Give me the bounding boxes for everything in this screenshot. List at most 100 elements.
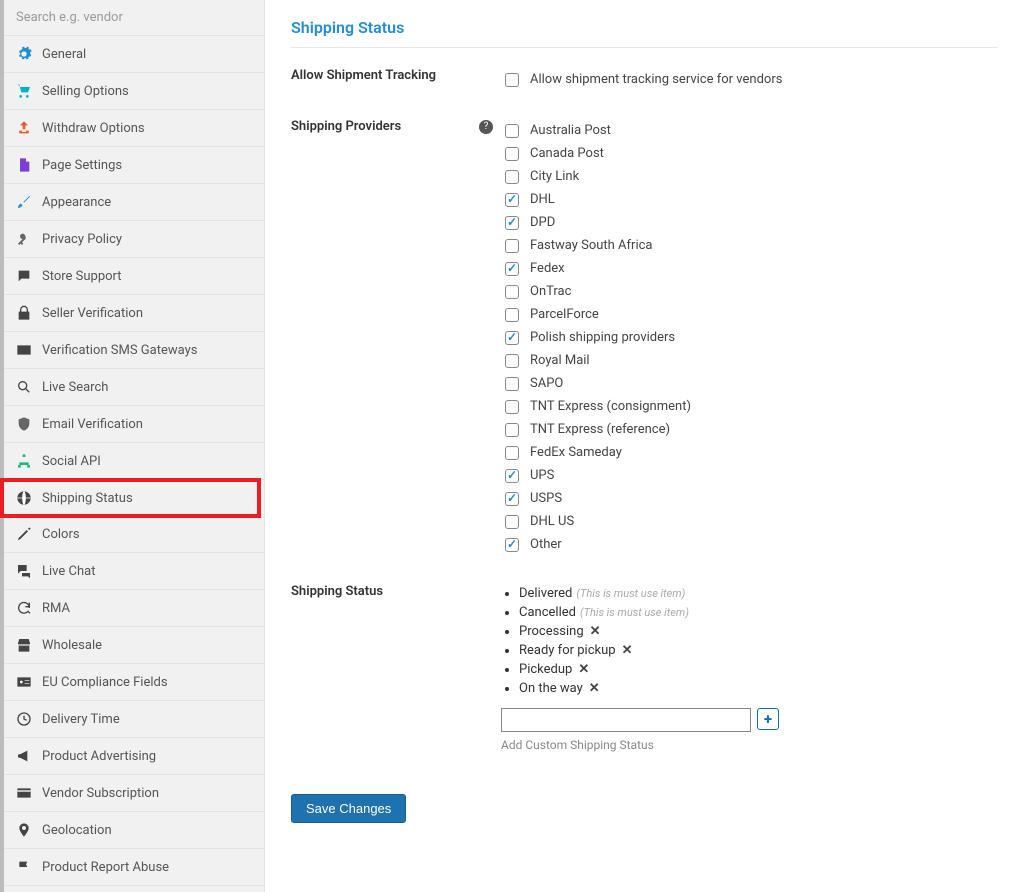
sidebar-item-label: General (42, 47, 86, 62)
must-use-note: (This is must use item) (580, 606, 689, 619)
sidebar-item-general[interactable]: General (4, 36, 264, 73)
provider-label: TNT Express (reference) (530, 422, 670, 437)
provider-option[interactable]: USPS (501, 487, 998, 510)
provider-option[interactable]: TNT Express (consignment) (501, 395, 998, 418)
provider-checkbox[interactable] (505, 147, 519, 161)
remove-status-icon[interactable]: ✕ (590, 624, 601, 639)
sidebar-item-delivery-time[interactable]: Delivery Time (4, 701, 264, 738)
status-item: On the way ✕ (519, 679, 998, 698)
chat-icon (16, 268, 32, 284)
provider-option[interactable]: Polish shipping providers (501, 326, 998, 349)
provider-label: City Link (530, 169, 579, 184)
provider-checkbox[interactable] (505, 308, 519, 322)
provider-label: Polish shipping providers (530, 330, 675, 345)
sidebar-item-label: Withdraw Options (42, 121, 145, 136)
provider-checkbox[interactable] (505, 193, 519, 207)
status-label: Processing (519, 624, 584, 639)
custom-status-input[interactable] (501, 708, 751, 732)
save-button[interactable]: Save Changes (291, 794, 406, 823)
provider-checkbox[interactable] (505, 354, 519, 368)
provider-option[interactable]: Australia Post (501, 119, 998, 142)
provider-option[interactable]: UPS (501, 464, 998, 487)
provider-checkbox[interactable] (505, 170, 519, 184)
provider-label: Fastway South Africa (530, 238, 653, 253)
status-item: Delivered(This is must use item) (519, 584, 998, 603)
provider-checkbox[interactable] (505, 285, 519, 299)
sitemap-icon (16, 453, 32, 469)
provider-checkbox[interactable] (505, 124, 519, 138)
tracking-option-label: Allow shipment tracking service for vend… (530, 72, 782, 87)
provider-option[interactable]: DHL US (501, 510, 998, 533)
provider-checkbox[interactable] (505, 331, 519, 345)
settings-sidebar: Search e.g. vendor General Selling Option… (0, 0, 265, 892)
provider-option[interactable]: Canada Post (501, 142, 998, 165)
sidebar-search[interactable]: Search e.g. vendor (4, 0, 264, 36)
sidebar-item-social-api[interactable]: Social API (4, 443, 264, 480)
sidebar-item-withdraw-options[interactable]: Withdraw Options (4, 110, 264, 147)
provider-checkbox[interactable] (505, 469, 519, 483)
sidebar-item-label: Selling Options (42, 84, 129, 99)
sidebar-item-vendor-subscription[interactable]: Vendor Subscription (4, 775, 264, 812)
add-status-button[interactable]: + (757, 708, 779, 730)
provider-option[interactable]: Other (501, 533, 998, 556)
sidebar-item-privacy-policy[interactable]: Privacy Policy (4, 221, 264, 258)
provider-checkbox[interactable] (505, 492, 519, 506)
sidebar-item-email-verification[interactable]: Email Verification (4, 406, 264, 443)
card-icon (16, 785, 32, 801)
sidebar-item-geolocation[interactable]: Geolocation (4, 812, 264, 849)
provider-option[interactable]: Fedex (501, 257, 998, 280)
sidebar-item-selling-options[interactable]: Selling Options (4, 73, 264, 110)
provider-option[interactable]: OnTrac (501, 280, 998, 303)
status-label: Ready for pickup (519, 643, 616, 658)
status-item: Processing ✕ (519, 622, 998, 641)
sidebar-item-live-search[interactable]: Live Search (4, 369, 264, 406)
provider-checkbox[interactable] (505, 400, 519, 414)
provider-checkbox[interactable] (505, 515, 519, 529)
provider-option[interactable]: Fastway South Africa (501, 234, 998, 257)
sidebar-item-colors[interactable]: Colors (4, 516, 264, 553)
help-icon[interactable]: ? (479, 120, 493, 134)
provider-option[interactable]: Royal Mail (501, 349, 998, 372)
provider-option[interactable]: City Link (501, 165, 998, 188)
sidebar-item-eu-compliance-fields[interactable]: EU Compliance Fields (4, 664, 264, 701)
provider-checkbox[interactable] (505, 538, 519, 552)
sidebar-item-label: Seller Verification (42, 306, 143, 321)
sidebar-item-seller-verification[interactable]: Seller Verification (4, 295, 264, 332)
provider-label: UPS (530, 468, 554, 483)
provider-checkbox[interactable] (505, 377, 519, 391)
provider-option[interactable]: FedEx Sameday (501, 441, 998, 464)
provider-option[interactable]: SAPO (501, 372, 998, 395)
tracking-option[interactable]: Allow shipment tracking service for vend… (501, 68, 998, 91)
sidebar-item-verification-sms-gateways[interactable]: Verification SMS Gateways (4, 332, 264, 369)
provider-label: Australia Post (530, 123, 611, 138)
provider-label: USPS (530, 491, 562, 506)
gear-icon (16, 46, 32, 62)
sidebar-item-product-advertising[interactable]: Product Advertising (4, 738, 264, 775)
provider-option[interactable]: ParcelForce (501, 303, 998, 326)
provider-checkbox[interactable] (505, 216, 519, 230)
sidebar-item-live-chat[interactable]: Live Chat (4, 553, 264, 590)
upload-icon (16, 120, 32, 136)
status-label: On the way (519, 681, 583, 696)
provider-option[interactable]: DPD (501, 211, 998, 234)
provider-checkbox[interactable] (505, 239, 519, 253)
sidebar-item-store-support[interactable]: Store Support (4, 258, 264, 295)
sidebar-item-shipping-status[interactable]: Shipping Status (0, 478, 261, 518)
provider-label: FedEx Sameday (530, 445, 622, 460)
remove-status-icon[interactable]: ✕ (578, 662, 589, 677)
remove-status-icon[interactable]: ✕ (589, 681, 600, 696)
provider-option[interactable]: TNT Express (reference) (501, 418, 998, 441)
add-status-helper: Add Custom Shipping Status (501, 738, 998, 752)
provider-option[interactable]: DHL (501, 188, 998, 211)
sidebar-item-product-report-abuse[interactable]: Product Report Abuse (4, 849, 264, 886)
provider-checkbox[interactable] (505, 446, 519, 460)
provider-checkbox[interactable] (505, 423, 519, 437)
provider-checkbox[interactable] (505, 262, 519, 276)
remove-status-icon[interactable]: ✕ (622, 643, 633, 658)
sidebar-item-wholesale[interactable]: Wholesale (4, 627, 264, 664)
sidebar-item-appearance[interactable]: Appearance (4, 184, 264, 221)
tracking-checkbox[interactable] (505, 73, 519, 87)
sidebar-item-label: Privacy Policy (42, 232, 122, 247)
sidebar-item-rma[interactable]: RMA (4, 590, 264, 627)
sidebar-item-page-settings[interactable]: Page Settings (4, 147, 264, 184)
